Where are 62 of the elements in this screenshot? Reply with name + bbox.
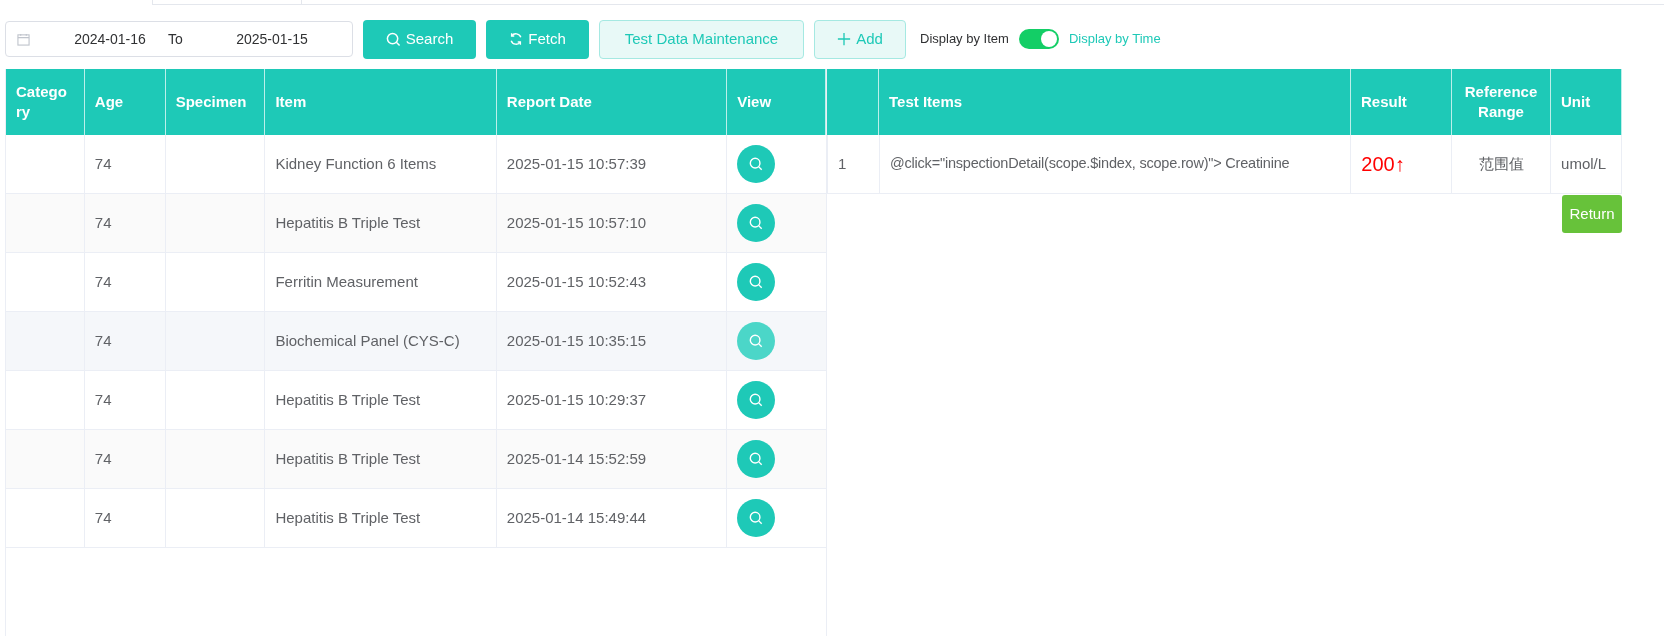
table-cell: Biochemical Panel (CYS-C) [265,312,497,370]
table-cell: 74 [84,489,166,547]
table-cell: 74 [84,253,166,311]
table-cell-text: umol/L [1561,153,1607,174]
table-row[interactable]: 74 Hepatitis B Triple Test 2025-01-15 10:29:37 [6,371,826,430]
table-cell: 2025-01-15 10:57:10 [496,194,728,252]
table-cell: 74 [84,135,166,193]
view-button[interactable] [737,499,776,537]
view-button[interactable] [737,204,776,242]
calendar-icon [17,32,30,46]
table-cell: 74 [84,371,166,429]
toggle-switch[interactable] [1018,29,1059,49]
table-cell: 2025-01-15 10:52:43 [496,253,728,311]
table-row[interactable]: 74 Ferritin Measurement 2025-01-15 10:52:43 [6,253,826,312]
search-icon [749,334,764,348]
separator: To [168,29,184,49]
table-row[interactable]: 74 Hepatitis B Triple Test 2025-01-15 10:57:10 [6,194,826,253]
table-cell-text: 1 [838,153,847,174]
table-cell: Ferritin Measurement [265,253,497,311]
date-range-field[interactable]: 2024-01-16 To 2025-01-15 [5,21,353,57]
view-button[interactable] [737,322,776,360]
table-cell: 74 [84,194,166,252]
table-cell: 2025-01-15 10:29:37 [496,371,728,429]
column-header: Result [1351,69,1452,135]
search-icon [749,216,764,230]
end-date: 2025-01-15 [235,29,309,49]
table-row[interactable]: 74 Kidney Function 6 Items 2025-01-15 10:57:39 [6,135,826,194]
table-cell: 2025-01-15 10:35:15 [496,312,728,370]
table-cell: Kidney Function 6 Items [265,135,497,193]
search-icon [749,452,764,466]
table-cell: 74 [84,312,166,370]
table-cell: 2025-01-14 15:52:59 [496,430,728,488]
column-header: Reference Range [1452,69,1551,135]
start-date: 2024-01-16 [73,29,147,49]
view-button[interactable] [737,440,776,478]
table-cell: Hepatitis B Triple Test [265,194,497,252]
toggle-label[interactable]: Display by Item [920,29,1009,49]
search-icon [385,31,401,47]
table-cell: 2025-01-15 10:57:39 [496,135,728,193]
table-row[interactable]: 74 Hepatitis B Triple Test 2025-01-14 15:52:59 [6,430,826,489]
column-header: Test Items [879,69,1351,135]
view-button[interactable] [737,263,776,301]
table-cell: Hepatitis B Triple Test [265,430,497,488]
search-icon [749,393,764,407]
table-cell: Hepatitis B Triple Test [265,489,497,547]
search-icon [749,157,764,171]
refresh-icon [509,32,524,46]
view-button[interactable] [737,145,776,183]
table-cell-text: 范围值 [1478,153,1524,174]
result-value: 200↑ [1361,152,1405,177]
search-icon [749,275,764,289]
tab-outline[interactable] [152,0,302,5]
plus-icon [837,32,852,46]
table-cell-text: @click="inspectionDetail(scope.$index, scope.row)"> Creatinine [889,154,1290,174]
search-icon [749,511,764,525]
table-cell: 74 [84,430,166,488]
table-cell: Hepatitis B Triple Test [265,371,497,429]
table-row[interactable]: 74 Hepatitis B Triple Test 2025-01-14 15:49:44 [6,489,826,548]
table-cell: 2025-01-14 15:49:44 [496,489,728,547]
column-header: Unit [1551,69,1622,135]
table-row[interactable]: 74 Biochemical Panel (CYS-C) 2025-01-15 10:35:15 [6,312,826,371]
view-button[interactable] [737,381,776,419]
